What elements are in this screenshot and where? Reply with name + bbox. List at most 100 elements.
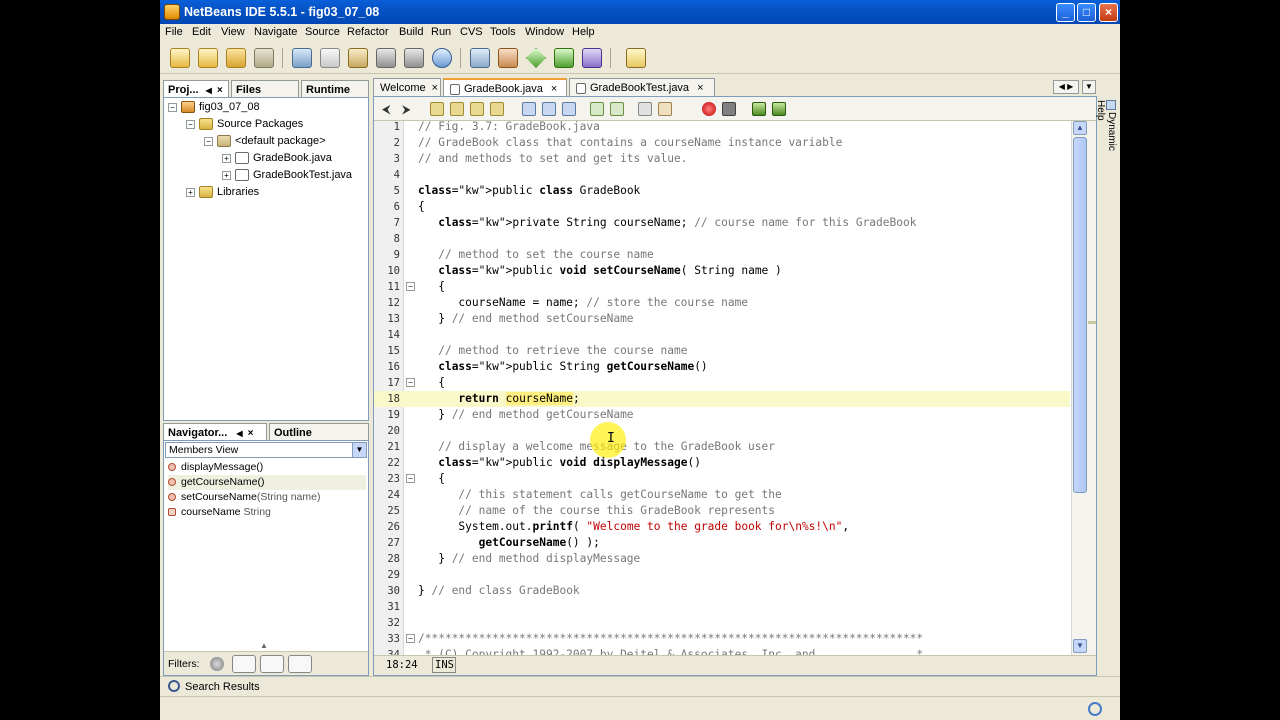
code-line[interactable]: 18 return courseName;	[374, 391, 1070, 407]
code-line[interactable]: 16 class="kw">public String getCourseNam…	[374, 359, 1070, 375]
filter-inherited-icon[interactable]	[210, 657, 224, 671]
close-tab-icon[interactable]: ×	[248, 428, 254, 439]
code-line[interactable]: 21 // display a welcome message to the G…	[374, 439, 1070, 455]
code-line[interactable]: 6{	[374, 199, 1070, 215]
fold-toggle-icon[interactable]: −	[406, 634, 415, 643]
nav-member-displaymessage[interactable]: displayMessage()	[168, 460, 263, 475]
close-button[interactable]: ×	[1099, 3, 1118, 22]
minimize-button[interactable]: _	[1056, 3, 1075, 22]
code-line[interactable]: 34 * (C) Copyright 1992-2007 by Deitel &…	[374, 647, 1070, 655]
code-line[interactable]: 14	[374, 327, 1070, 343]
next-bookmark-icon[interactable]	[542, 102, 556, 116]
scroll-down-button[interactable]: ▼	[1073, 639, 1087, 653]
tab-gradebooktest-java[interactable]: GradeBookTest.java ×	[569, 78, 715, 96]
open-project-icon[interactable]	[226, 48, 246, 68]
toggle-bookmark-icon[interactable]	[562, 102, 576, 116]
code-line[interactable]: 31	[374, 599, 1070, 615]
code-line[interactable]: 28 } // end method displayMessage	[374, 551, 1070, 567]
uncomment-icon[interactable]	[772, 102, 786, 116]
undo-icon[interactable]	[376, 48, 396, 68]
filter-fields-button[interactable]	[232, 655, 256, 673]
code-line[interactable]: 33−/************************************…	[374, 631, 1070, 647]
close-tab-icon[interactable]: ×	[217, 85, 223, 96]
tab-welcome[interactable]: Welcome ×	[373, 78, 441, 96]
scrollbar-thumb[interactable]	[1073, 137, 1087, 493]
cut-icon[interactable]	[292, 48, 312, 68]
tree-node-default-package[interactable]: − <default package>	[204, 133, 326, 149]
fold-toggle-icon[interactable]: −	[406, 474, 415, 483]
expand-icon[interactable]: +	[186, 187, 195, 197]
copy-icon[interactable]	[320, 48, 340, 68]
menu-help[interactable]: Help	[572, 26, 595, 38]
find-next-icon[interactable]	[470, 102, 484, 116]
minimize-panel-icon[interactable]: ◀	[206, 86, 212, 95]
menu-edit[interactable]: Edit	[192, 26, 211, 38]
scroll-tabs-icon[interactable]: ◀ ▶	[1053, 80, 1079, 94]
code-line[interactable]: 9 // method to set the course name	[374, 247, 1070, 263]
vertical-scrollbar[interactable]: ▲ ▼	[1071, 121, 1088, 655]
fold-toggle-icon[interactable]: −	[406, 282, 415, 291]
chevron-down-icon[interactable]: ▼	[352, 443, 366, 457]
comment-icon[interactable]	[752, 102, 766, 116]
code-line[interactable]: 8	[374, 231, 1070, 247]
stop-record-icon[interactable]	[722, 102, 736, 116]
code-line[interactable]: 5 class="kw">public class GradeBook	[374, 183, 1070, 199]
expand-icon[interactable]: +	[222, 170, 231, 180]
tab-files[interactable]: Files	[231, 80, 299, 98]
menu-build[interactable]: Build	[399, 26, 423, 38]
menu-window[interactable]: Window	[525, 26, 564, 38]
code-line[interactable]: 13 } // end method setCourseName	[374, 311, 1070, 327]
code-line[interactable]: 25 // name of the course this GradeBook …	[374, 503, 1070, 519]
error-stripe-mark[interactable]	[1088, 321, 1096, 324]
collapse-icon[interactable]: −	[168, 102, 177, 112]
menu-cvs[interactable]: CVS	[460, 26, 483, 38]
menu-file[interactable]: File	[165, 26, 183, 38]
tree-node-source-packages[interactable]: − Source Packages	[186, 116, 303, 132]
refresh-icon[interactable]	[1088, 702, 1102, 716]
code-line[interactable]: 32	[374, 615, 1070, 631]
clean-build-icon[interactable]	[498, 48, 518, 68]
code-line[interactable]: 11− {	[374, 279, 1070, 295]
close-tab-icon[interactable]: ×	[697, 82, 703, 94]
search-results-tab[interactable]: Search Results	[185, 681, 260, 693]
tree-node-gradebook-java[interactable]: + GradeBook.java	[222, 150, 332, 166]
fold-toggle-icon[interactable]: −	[406, 378, 415, 387]
scroll-up-button[interactable]: ▲	[1073, 121, 1087, 135]
maximize-button[interactable]: □	[1077, 3, 1096, 22]
filter-static-button[interactable]	[260, 655, 284, 673]
find-selection-icon[interactable]	[450, 102, 464, 116]
code-line[interactable]: 26 System.out.printf( "Welcome to the gr…	[374, 519, 1070, 535]
debug-main-project-icon[interactable]	[554, 48, 574, 68]
code-line[interactable]: 4	[374, 167, 1070, 183]
code-line[interactable]: 27 getCourseName() );	[374, 535, 1070, 551]
tree-node-gradebooktest-java[interactable]: + GradeBookTest.java	[222, 167, 352, 183]
code-line[interactable]: 17− {	[374, 375, 1070, 391]
chevron-down-icon[interactable]: ▼	[1082, 80, 1096, 94]
build-main-project-icon[interactable]	[470, 48, 490, 68]
minimize-panel-icon[interactable]: ◀	[236, 429, 242, 438]
forward-icon[interactable]: ⮞	[402, 102, 416, 116]
run-main-project-icon[interactable]	[526, 48, 546, 68]
close-tab-icon[interactable]: ×	[432, 82, 438, 94]
code-line[interactable]: 19 } // end method getCourseName	[374, 407, 1070, 423]
tab-outline[interactable]: Outline	[269, 423, 369, 441]
close-tab-icon[interactable]: ×	[551, 83, 557, 95]
members-view-select[interactable]: Members View ▼	[165, 442, 367, 458]
filter-nonpublic-button[interactable]	[288, 655, 312, 673]
code-line[interactable]: 10 class="kw">public void setCourseName(…	[374, 263, 1070, 279]
code-line[interactable]: 7 class="kw">private String courseName; …	[374, 215, 1070, 231]
find-icon[interactable]	[432, 48, 452, 68]
dynamic-help-tab[interactable]: Dynamic Help	[1095, 100, 1117, 162]
nav-member-getcoursename[interactable]: getCourseName()	[168, 475, 366, 490]
find-previous-icon[interactable]	[430, 102, 444, 116]
record-macro-icon[interactable]	[702, 102, 716, 116]
code-line[interactable]: 29	[374, 567, 1070, 583]
help-icon[interactable]	[626, 48, 646, 68]
profile-icon[interactable]	[582, 48, 602, 68]
paste-icon[interactable]	[348, 48, 368, 68]
menu-refactor[interactable]: Refactor	[347, 26, 389, 38]
code-line[interactable]: 20	[374, 423, 1070, 439]
redo-icon[interactable]	[404, 48, 424, 68]
nav-member-setcoursename[interactable]: setCourseName(String name)	[168, 490, 320, 505]
code-line[interactable]: 22 class="kw">public void displayMessage…	[374, 455, 1070, 471]
